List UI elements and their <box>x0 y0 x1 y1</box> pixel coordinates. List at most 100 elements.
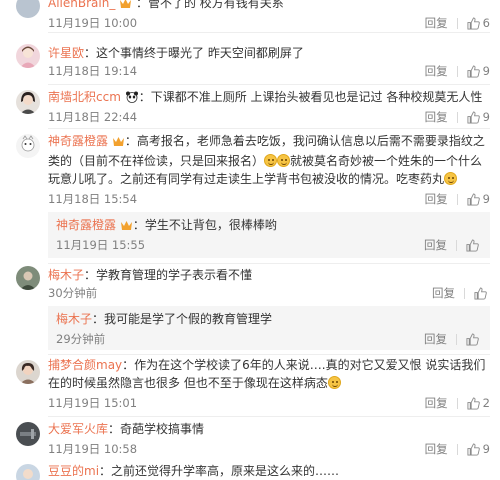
emoji-icon <box>277 154 291 167</box>
reply-button[interactable]: 回复 <box>425 108 448 126</box>
divider <box>456 65 458 77</box>
comment-feed: AlienBrain_ ：管不了的 校方有钱有关系 11月19日 10:00 回… <box>0 0 500 480</box>
like-button[interactable]: 9 <box>467 190 490 208</box>
like-button[interactable] <box>466 238 482 252</box>
username-link[interactable]: AlienBrain_ <box>48 0 115 10</box>
like-button[interactable]: 9 <box>467 440 490 458</box>
vip-badge-icon <box>112 134 125 152</box>
avatar[interactable] <box>16 422 40 446</box>
sub-reply: 梅木子：我可能是学了个假的教育管理学 29分钟前 回复 <box>48 306 490 350</box>
comment-item: 豆豆的mi：之前还觉得升学率高，原来是这么来的…… <box>0 462 500 480</box>
reply-button[interactable]: 回复 <box>424 236 447 254</box>
like-button[interactable]: 6 <box>467 14 490 32</box>
comment-item: 许星欧：这个事情终于曝光了 昨天空间都刷屏了 11月18日 19:14 回复 9 <box>0 44 500 86</box>
thumbs-up-icon <box>466 332 479 346</box>
username-link[interactable]: 大爱军火库 <box>48 422 108 436</box>
like-button[interactable]: 2 <box>467 394 490 412</box>
avatar[interactable] <box>16 360 40 384</box>
panda-badge-icon <box>125 90 139 108</box>
emoji-icon <box>444 172 458 185</box>
emoji-icon <box>264 154 278 167</box>
username-link[interactable]: 梅木子 <box>56 312 92 326</box>
like-count: 2 <box>482 396 490 410</box>
like-button[interactable]: 9 <box>467 108 490 126</box>
reply-button[interactable]: 回复 <box>425 394 448 412</box>
comment-text: ：奇葩学校搞事情 <box>108 422 205 436</box>
username-link[interactable]: 捕梦合颜may <box>48 358 122 372</box>
username-link[interactable]: 神奇露橙露 <box>56 218 116 232</box>
divider <box>48 354 490 355</box>
divider <box>48 84 490 85</box>
divider <box>464 287 465 299</box>
like-button[interactable] <box>474 286 490 300</box>
comment-item: AlienBrain_ ：管不了的 校方有钱有关系 11月19日 10:00 回… <box>0 0 500 34</box>
comment-text: ：我可能是学了个假的教育管理学 <box>92 312 273 326</box>
vip-badge-icon <box>120 218 133 236</box>
divider <box>456 239 457 251</box>
divider <box>456 193 458 205</box>
comment-item: 捕梦合颜may：作为在这个学校读了6年的人来说….真的对它又爱又恨 说实话我们在… <box>0 356 500 417</box>
avatar[interactable] <box>16 90 40 114</box>
divider <box>48 263 490 264</box>
comment-time: 11月18日 22:44 <box>48 110 138 124</box>
comment-item: 南墙北积ccm ：下课都不准上厕所 上课抬头被看见也是记过 各种校规莫无人性 1… <box>0 88 500 129</box>
like-count: 6 <box>482 16 490 30</box>
comment-text: ：之前还觉得升学率高，原来是这么来的…… <box>99 464 340 478</box>
sub-reply: 神奇露橙露 ：学生不让背包，很棒棒哟 11月19日 15:55 回复 <box>48 212 490 258</box>
thumbs-up-icon <box>466 238 479 252</box>
like-count: 9 <box>482 64 490 78</box>
thumbs-up-icon <box>467 192 480 206</box>
comment-text: ：下课都不准上厕所 上课抬头被看见也是记过 各种校规莫无人性 <box>138 90 483 104</box>
reply-button[interactable]: 回复 <box>424 330 447 348</box>
comment-time: 11月18日 19:14 <box>48 64 138 78</box>
divider <box>456 333 457 345</box>
avatar[interactable] <box>16 134 40 158</box>
divider <box>456 17 458 29</box>
emoji-icon <box>327 376 341 389</box>
avatar[interactable] <box>16 0 40 18</box>
username-link[interactable]: 豆豆的mi <box>48 464 99 478</box>
username-link[interactable]: 神奇露橙露 <box>48 134 108 148</box>
comment-item: 神奇露橙露 ：高考报名，老师急着去吃饭，我问确认信息以后需不需要录指纹之类的（目… <box>0 132 500 264</box>
divider <box>456 443 458 455</box>
like-count: 9 <box>482 442 490 456</box>
avatar[interactable] <box>16 464 40 480</box>
comment-text: ：学教育管理的学子表示看不懂 <box>84 268 253 282</box>
thumbs-up-icon <box>467 64 480 78</box>
reply-button[interactable]: 回复 <box>432 284 455 302</box>
thumbs-up-icon <box>467 396 480 410</box>
like-button[interactable] <box>466 332 482 346</box>
username-link[interactable]: 梅木子 <box>48 268 84 282</box>
comment-time: 11月19日 10:00 <box>48 16 138 30</box>
thumbs-up-icon <box>467 442 480 456</box>
like-button[interactable]: 9 <box>467 62 490 80</box>
comment-time: 11月19日 15:01 <box>48 396 138 410</box>
comment-time: 11月19日 15:55 <box>56 238 146 252</box>
avatar[interactable] <box>16 44 40 68</box>
divider <box>456 397 458 409</box>
vip-badge-icon <box>119 0 132 14</box>
reply-button[interactable]: 回复 <box>425 440 448 458</box>
thumbs-up-icon <box>467 16 480 30</box>
thumbs-up-icon <box>474 286 487 300</box>
divider <box>48 128 490 129</box>
divider <box>456 111 458 123</box>
like-count: 9 <box>482 110 490 124</box>
like-count: 9 <box>482 192 490 206</box>
comment-item: 大爱军火库：奇葩学校搞事情 11月19日 10:58 回复 9 <box>0 420 500 460</box>
comment-time: 29分钟前 <box>56 332 106 346</box>
username-link[interactable]: 许星欧 <box>48 46 84 60</box>
reply-button[interactable]: 回复 <box>425 190 448 208</box>
username-link[interactable]: 南墙北积ccm <box>48 90 121 104</box>
avatar[interactable] <box>16 266 40 290</box>
reply-button[interactable]: 回复 <box>425 62 448 80</box>
comment-text: ：管不了的 校方有钱有关系 <box>135 0 284 10</box>
comment-time: 11月18日 15:54 <box>48 192 138 206</box>
comment-text: ：这个事情终于曝光了 昨天空间都刷屏了 <box>84 46 304 60</box>
comment-time: 30分钟前 <box>48 286 98 300</box>
comment-item: 梅木子：学教育管理的学子表示看不懂 30分钟前 回复 梅木子：我可能是学了个假的… <box>0 266 500 355</box>
divider <box>48 32 490 33</box>
comment-text: ：学生不让背包，很棒棒哟 <box>132 218 277 232</box>
reply-button[interactable]: 回复 <box>425 14 448 32</box>
thumbs-up-icon <box>467 110 480 124</box>
